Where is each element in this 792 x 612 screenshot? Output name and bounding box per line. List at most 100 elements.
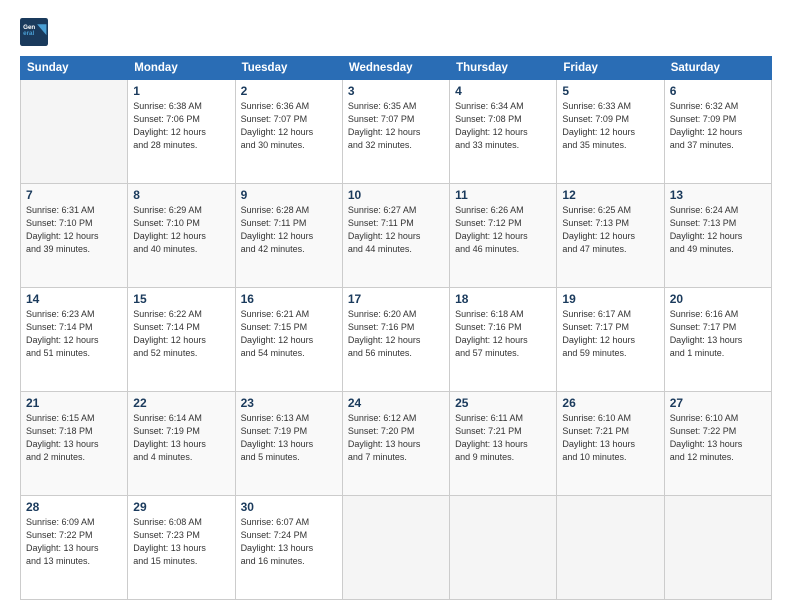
day-info: Sunrise: 6:16 AM Sunset: 7:17 PM Dayligh…: [670, 308, 766, 360]
col-header-tuesday: Tuesday: [235, 57, 342, 80]
day-number: 21: [26, 396, 122, 410]
day-number: 17: [348, 292, 444, 306]
day-cell: [450, 496, 557, 600]
day-number: 20: [670, 292, 766, 306]
day-cell: 19 Sunrise: 6:17 AM Sunset: 7:17 PM Dayli…: [557, 288, 664, 392]
day-number: 19: [562, 292, 658, 306]
day-number: 5: [562, 84, 658, 98]
day-info: Sunrise: 6:10 AM Sunset: 7:22 PM Dayligh…: [670, 412, 766, 464]
day-cell: 1 Sunrise: 6:38 AM Sunset: 7:06 PM Daylig…: [128, 80, 235, 184]
col-header-sunday: Sunday: [21, 57, 128, 80]
day-cell: 20 Sunrise: 6:16 AM Sunset: 7:17 PM Dayli…: [664, 288, 771, 392]
day-cell: 27 Sunrise: 6:10 AM Sunset: 7:22 PM Dayli…: [664, 392, 771, 496]
day-number: 3: [348, 84, 444, 98]
day-info: Sunrise: 6:07 AM Sunset: 7:24 PM Dayligh…: [241, 516, 337, 568]
day-cell: 17 Sunrise: 6:20 AM Sunset: 7:16 PM Dayli…: [342, 288, 449, 392]
day-cell: [342, 496, 449, 600]
day-info: Sunrise: 6:09 AM Sunset: 7:22 PM Dayligh…: [26, 516, 122, 568]
day-cell: 5 Sunrise: 6:33 AM Sunset: 7:09 PM Daylig…: [557, 80, 664, 184]
day-cell: 15Sunrise: 6:22 AM Sunset: 7:14 PM Dayli…: [128, 288, 235, 392]
day-cell: 10 Sunrise: 6:27 AM Sunset: 7:11 PM Dayli…: [342, 184, 449, 288]
day-info: Sunrise: 6:36 AM Sunset: 7:07 PM Dayligh…: [241, 100, 337, 152]
calendar-table: SundayMondayTuesdayWednesdayThursdayFrid…: [20, 56, 772, 600]
day-info: Sunrise: 6:17 AM Sunset: 7:17 PM Dayligh…: [562, 308, 658, 360]
day-number: 10: [348, 188, 444, 202]
day-info: Sunrise: 6:26 AM Sunset: 7:12 PM Dayligh…: [455, 204, 551, 256]
day-info: Sunrise: 6:27 AM Sunset: 7:11 PM Dayligh…: [348, 204, 444, 256]
day-number: 27: [670, 396, 766, 410]
day-number: 11: [455, 188, 551, 202]
day-number: 13: [670, 188, 766, 202]
day-info: Sunrise: 6:31 AM Sunset: 7:10 PM Dayligh…: [26, 204, 122, 256]
day-cell: 3 Sunrise: 6:35 AM Sunset: 7:07 PM Daylig…: [342, 80, 449, 184]
day-cell: [557, 496, 664, 600]
day-number: 14: [26, 292, 122, 306]
day-info: Sunrise: 6:22 AM Sunset: 7:14 PM Dayligh…: [133, 308, 229, 360]
col-header-monday: Monday: [128, 57, 235, 80]
day-cell: 21 Sunrise: 6:15 AM Sunset: 7:18 PM Dayli…: [21, 392, 128, 496]
day-cell: 14 Sunrise: 6:23 AM Sunset: 7:14 PM Dayli…: [21, 288, 128, 392]
day-cell: 24Sunrise: 6:12 AM Sunset: 7:20 PM Dayli…: [342, 392, 449, 496]
col-header-friday: Friday: [557, 57, 664, 80]
week-row-3: 14 Sunrise: 6:23 AM Sunset: 7:14 PM Dayli…: [21, 288, 772, 392]
day-number: 8: [133, 188, 229, 202]
day-cell: 2 Sunrise: 6:36 AM Sunset: 7:07 PM Daylig…: [235, 80, 342, 184]
day-cell: 25Sunrise: 6:11 AM Sunset: 7:21 PM Dayli…: [450, 392, 557, 496]
day-info: Sunrise: 6:15 AM Sunset: 7:18 PM Dayligh…: [26, 412, 122, 464]
week-row-4: 21 Sunrise: 6:15 AM Sunset: 7:18 PM Dayli…: [21, 392, 772, 496]
day-cell: 6 Sunrise: 6:32 AM Sunset: 7:09 PM Daylig…: [664, 80, 771, 184]
day-number: 6: [670, 84, 766, 98]
day-info: Sunrise: 6:38 AM Sunset: 7:06 PM Dayligh…: [133, 100, 229, 152]
day-number: 2: [241, 84, 337, 98]
day-cell: 7Sunrise: 6:31 AM Sunset: 7:10 PM Daylig…: [21, 184, 128, 288]
page: Gen eral SundayMondayTuesdayWednesdayThu…: [0, 0, 792, 612]
day-info: Sunrise: 6:32 AM Sunset: 7:09 PM Dayligh…: [670, 100, 766, 152]
day-number: 30: [241, 500, 337, 514]
day-cell: 23Sunrise: 6:13 AM Sunset: 7:19 PM Dayli…: [235, 392, 342, 496]
day-cell: 9 Sunrise: 6:28 AM Sunset: 7:11 PM Daylig…: [235, 184, 342, 288]
week-row-5: 28Sunrise: 6:09 AM Sunset: 7:22 PM Dayli…: [21, 496, 772, 600]
day-info: Sunrise: 6:18 AM Sunset: 7:16 PM Dayligh…: [455, 308, 551, 360]
day-cell: 4Sunrise: 6:34 AM Sunset: 7:08 PM Daylig…: [450, 80, 557, 184]
day-cell: 29Sunrise: 6:08 AM Sunset: 7:23 PM Dayli…: [128, 496, 235, 600]
col-header-saturday: Saturday: [664, 57, 771, 80]
day-number: 1: [133, 84, 229, 98]
day-cell: 16 Sunrise: 6:21 AM Sunset: 7:15 PM Dayli…: [235, 288, 342, 392]
day-number: 26: [562, 396, 658, 410]
day-cell: 28Sunrise: 6:09 AM Sunset: 7:22 PM Dayli…: [21, 496, 128, 600]
day-cell: 30 Sunrise: 6:07 AM Sunset: 7:24 PM Dayli…: [235, 496, 342, 600]
col-header-wednesday: Wednesday: [342, 57, 449, 80]
col-header-thursday: Thursday: [450, 57, 557, 80]
day-number: 29: [133, 500, 229, 514]
day-info: Sunrise: 6:28 AM Sunset: 7:11 PM Dayligh…: [241, 204, 337, 256]
day-number: 24: [348, 396, 444, 410]
day-number: 9: [241, 188, 337, 202]
day-info: Sunrise: 6:23 AM Sunset: 7:14 PM Dayligh…: [26, 308, 122, 360]
calendar-header-row: SundayMondayTuesdayWednesdayThursdayFrid…: [21, 57, 772, 80]
day-cell: 8 Sunrise: 6:29 AM Sunset: 7:10 PM Daylig…: [128, 184, 235, 288]
day-number: 23: [241, 396, 337, 410]
day-info: Sunrise: 6:11 AM Sunset: 7:21 PM Dayligh…: [455, 412, 551, 464]
logo: Gen eral: [20, 18, 52, 46]
day-number: 4: [455, 84, 551, 98]
day-cell: 26 Sunrise: 6:10 AM Sunset: 7:21 PM Dayli…: [557, 392, 664, 496]
day-number: 12: [562, 188, 658, 202]
day-cell: [21, 80, 128, 184]
day-info: Sunrise: 6:35 AM Sunset: 7:07 PM Dayligh…: [348, 100, 444, 152]
day-info: Sunrise: 6:20 AM Sunset: 7:16 PM Dayligh…: [348, 308, 444, 360]
day-number: 18: [455, 292, 551, 306]
day-info: Sunrise: 6:24 AM Sunset: 7:13 PM Dayligh…: [670, 204, 766, 256]
day-info: Sunrise: 6:21 AM Sunset: 7:15 PM Dayligh…: [241, 308, 337, 360]
day-info: Sunrise: 6:33 AM Sunset: 7:09 PM Dayligh…: [562, 100, 658, 152]
day-number: 22: [133, 396, 229, 410]
day-cell: 11 Sunrise: 6:26 AM Sunset: 7:12 PM Dayli…: [450, 184, 557, 288]
day-info: Sunrise: 6:14 AM Sunset: 7:19 PM Dayligh…: [133, 412, 229, 464]
week-row-1: 1 Sunrise: 6:38 AM Sunset: 7:06 PM Daylig…: [21, 80, 772, 184]
day-number: 16: [241, 292, 337, 306]
day-info: Sunrise: 6:29 AM Sunset: 7:10 PM Dayligh…: [133, 204, 229, 256]
day-info: Sunrise: 6:25 AM Sunset: 7:13 PM Dayligh…: [562, 204, 658, 256]
week-row-2: 7Sunrise: 6:31 AM Sunset: 7:10 PM Daylig…: [21, 184, 772, 288]
day-cell: 13 Sunrise: 6:24 AM Sunset: 7:13 PM Dayli…: [664, 184, 771, 288]
day-info: Sunrise: 6:10 AM Sunset: 7:21 PM Dayligh…: [562, 412, 658, 464]
day-cell: 22 Sunrise: 6:14 AM Sunset: 7:19 PM Dayli…: [128, 392, 235, 496]
